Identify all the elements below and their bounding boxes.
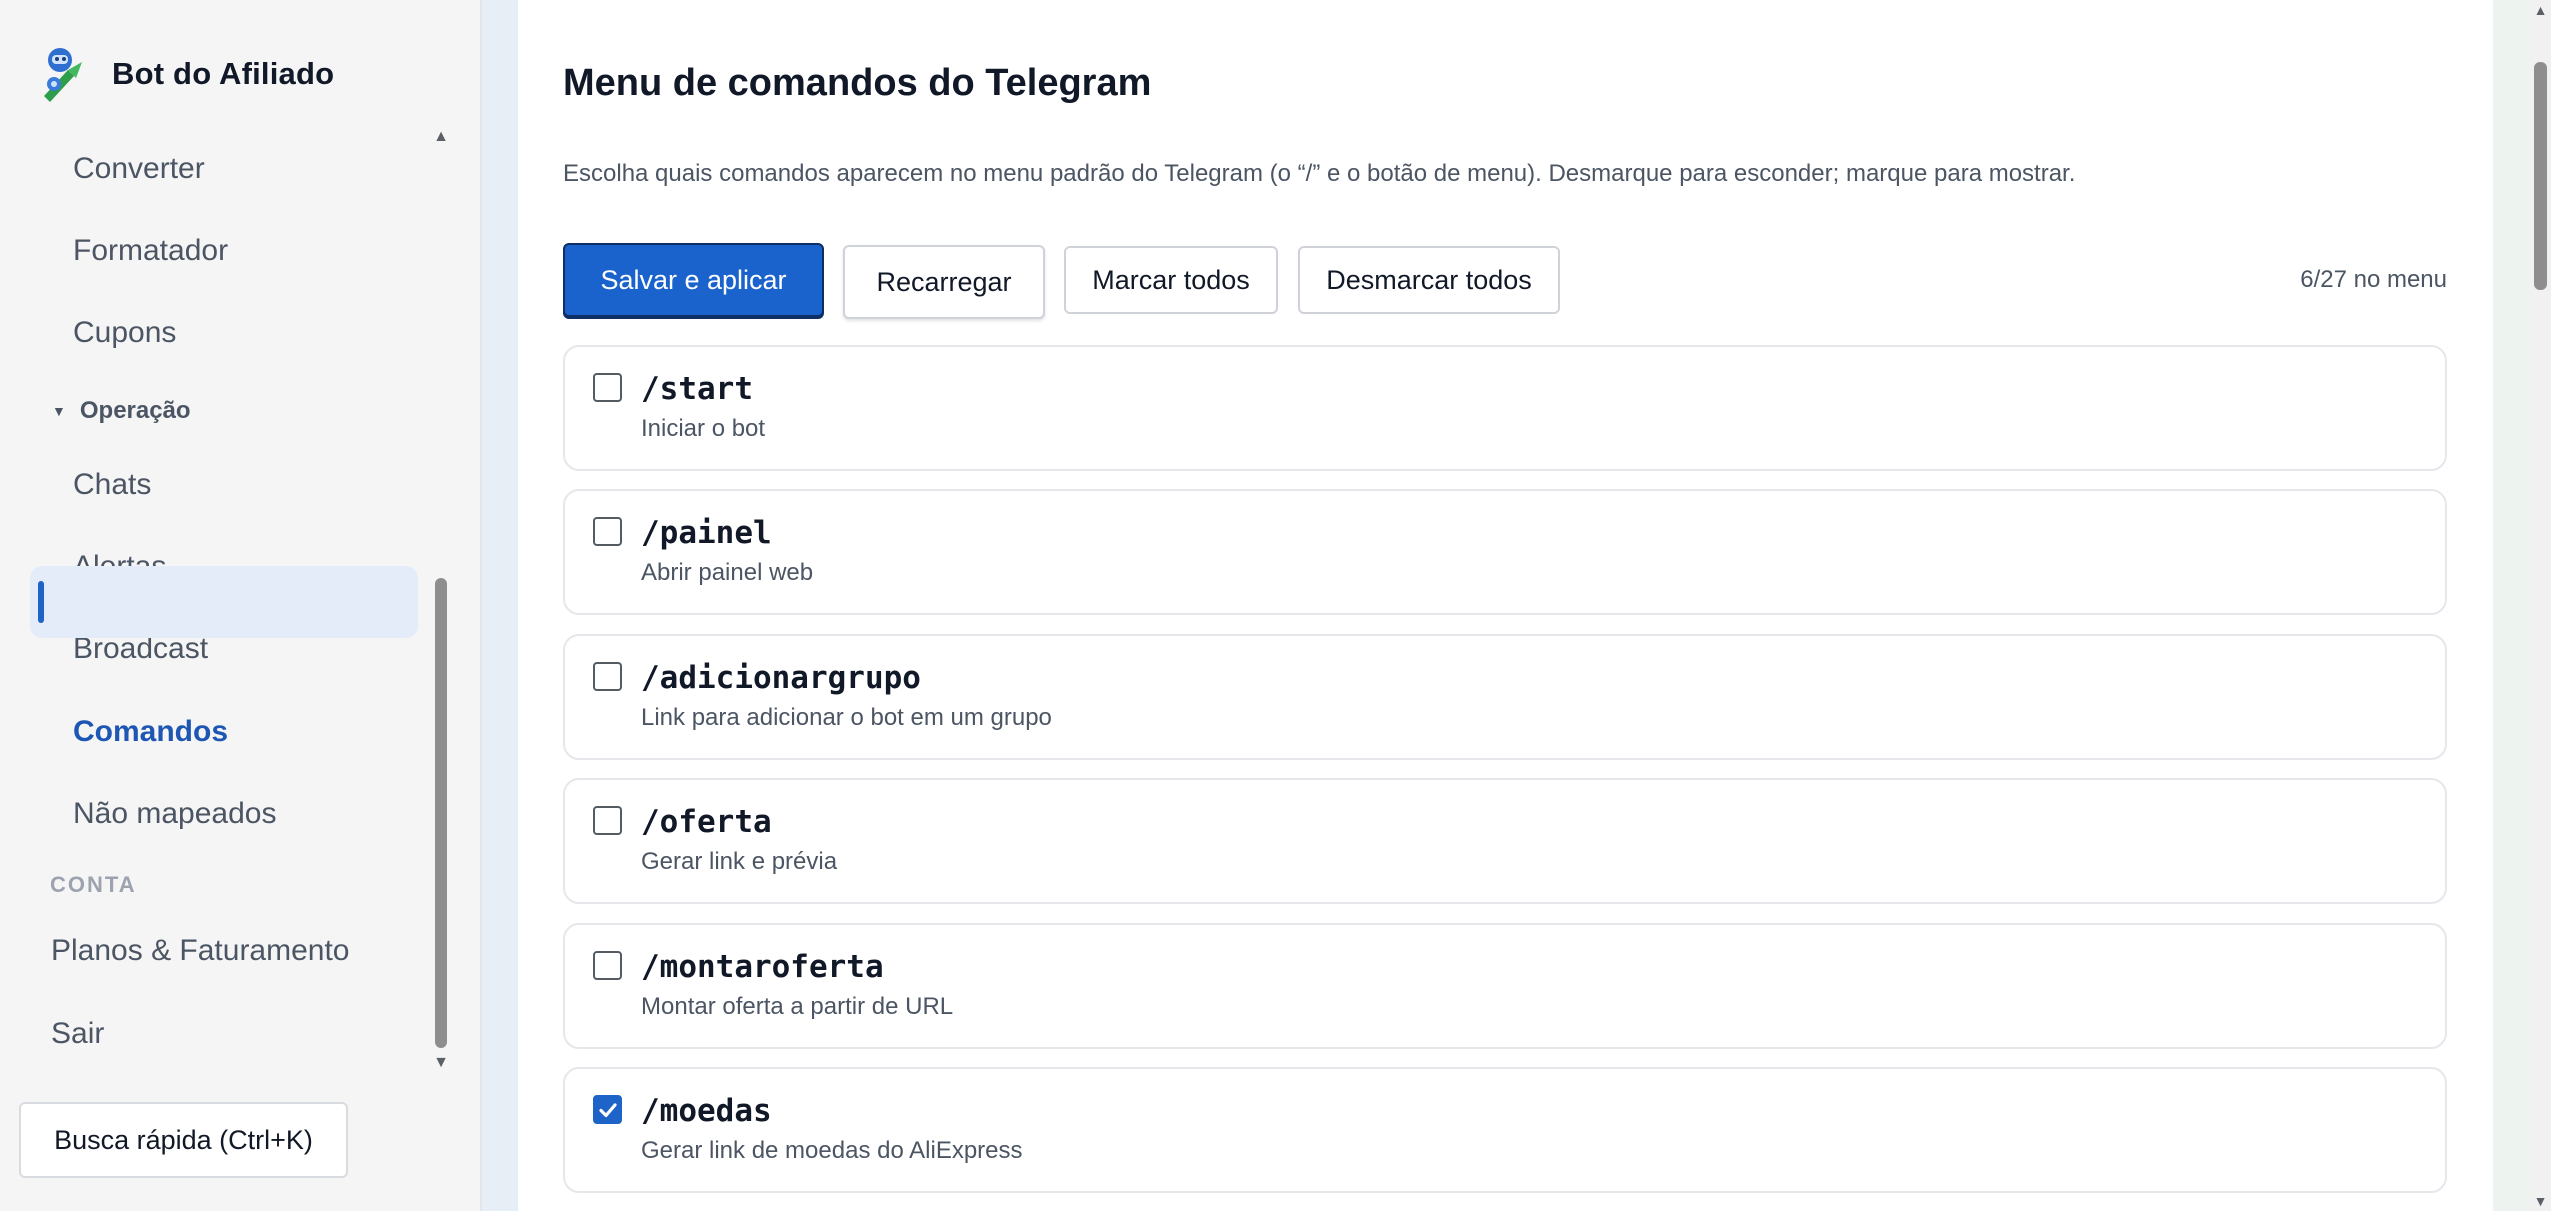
command-description: Montar oferta a partir de URL	[641, 993, 954, 1020]
main-scrollbar[interactable]: ▲ ▼	[2530, 0, 2551, 1211]
command-description: Gerar link de moedas do AliExpress	[641, 1137, 1023, 1164]
sidebar-item-comandos[interactable]: Comandos	[73, 715, 228, 749]
command-checkbox[interactable]	[593, 517, 622, 546]
scroll-up-icon[interactable]: ▲	[432, 128, 450, 145]
command-row: /start Iniciar o bot	[563, 345, 2447, 471]
sidebar-item-comandos-highlight[interactable]	[30, 566, 418, 638]
command-row: /montaroferta Montar oferta a partir de …	[563, 923, 2447, 1049]
command-description: Gerar link e prévia	[641, 848, 838, 875]
scrollbar-thumb[interactable]	[435, 578, 447, 1048]
check-icon	[598, 1102, 617, 1117]
page-title: Menu de comandos do Telegram	[563, 62, 1152, 104]
sidebar-item-nao-mapeados[interactable]: Não mapeados	[73, 797, 276, 831]
command-row: /painel Abrir painel web	[563, 489, 2447, 615]
command-name: /moedas	[641, 1093, 772, 1129]
scroll-down-icon[interactable]: ▼	[432, 1054, 450, 1071]
command-checkbox[interactable]	[593, 951, 622, 980]
sidebar: Bot do Afiliado Converter Formatador Cup…	[0, 0, 482, 1211]
nav-group-label: Operação	[79, 397, 191, 424]
command-checkbox[interactable]	[593, 806, 622, 835]
right-gutter	[2493, 0, 2530, 1211]
mark-all-button[interactable]: Marcar todos	[1064, 246, 1278, 314]
sidebar-item-chats[interactable]: Chats	[73, 468, 151, 502]
page-description: Escolha quais comandos aparecem no menu …	[563, 160, 2076, 187]
command-row: /adicionargrupo Link para adicionar o bo…	[563, 634, 2447, 760]
nav-group-operacao[interactable]: ▼ Operação	[52, 397, 191, 425]
command-checkbox-checked[interactable]	[593, 1095, 622, 1124]
nav-section-conta: CONTA	[50, 872, 137, 897]
command-checkbox[interactable]	[593, 662, 622, 691]
caret-down-icon: ▼	[52, 403, 66, 419]
brand[interactable]: Bot do Afiliado	[38, 44, 334, 104]
command-description: Iniciar o bot	[641, 415, 766, 442]
active-indicator	[38, 581, 44, 623]
sidebar-scrollbar[interactable]: ▲ ▼	[432, 120, 450, 1080]
scrollbar-thumb[interactable]	[2534, 62, 2547, 290]
command-checkbox[interactable]	[593, 373, 622, 402]
scroll-down-icon[interactable]: ▼	[2530, 1193, 2551, 1209]
sidebar-item-converter[interactable]: Converter	[73, 152, 205, 186]
command-name: /montaroferta	[641, 949, 884, 985]
menu-count: 6/27 no menu	[2300, 266, 2447, 293]
scroll-up-icon[interactable]: ▲	[2530, 2, 2551, 18]
sidebar-item-cupons[interactable]: Cupons	[73, 316, 176, 350]
save-apply-button[interactable]: Salvar e aplicar	[563, 243, 824, 317]
robot-logo-icon	[44, 48, 82, 102]
sidebar-item-planos[interactable]: Planos & Faturamento	[51, 934, 350, 968]
sidebar-item-sair[interactable]: Sair	[51, 1017, 104, 1051]
app-title: Bot do Afiliado	[112, 56, 335, 91]
command-name: /adicionargrupo	[641, 660, 921, 696]
command-description: Link para adicionar o bot em um grupo	[641, 704, 1052, 731]
command-name: /start	[641, 371, 753, 407]
quick-search-button[interactable]: Busca rápida (Ctrl+K)	[19, 1102, 348, 1178]
sidebar-item-formatador[interactable]: Formatador	[73, 234, 228, 268]
reload-button[interactable]: Recarregar	[843, 245, 1045, 319]
command-name: /oferta	[641, 804, 772, 840]
command-row: /moedas Gerar link de moedas do AliExpre…	[563, 1067, 2447, 1193]
command-row: /oferta Gerar link e prévia	[563, 778, 2447, 904]
command-name: /painel	[641, 515, 772, 551]
unmark-all-button[interactable]: Desmarcar todos	[1298, 246, 1560, 314]
command-description: Abrir painel web	[641, 559, 814, 586]
